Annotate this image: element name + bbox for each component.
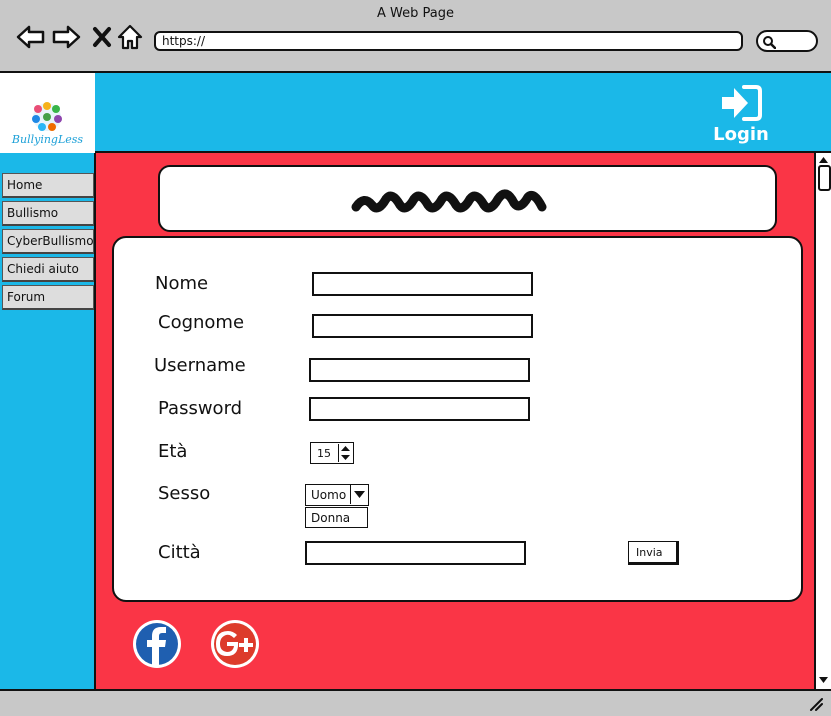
login-link[interactable]: Login	[700, 124, 782, 145]
sidebar-item-chiedi-aiuto[interactable]: Chiedi aiuto	[2, 257, 94, 282]
window-title: A Web Page	[377, 6, 454, 21]
login-icon[interactable]	[718, 83, 764, 123]
scribbled-title	[351, 189, 547, 213]
spinner-icon[interactable]	[338, 444, 352, 462]
label-password: Password	[158, 398, 243, 419]
scroll-down-icon[interactable]	[818, 675, 829, 685]
sidebar-item-home[interactable]: Home	[2, 173, 94, 198]
nome-field[interactable]	[312, 272, 533, 296]
home-icon[interactable]	[115, 22, 145, 52]
status-bar	[0, 689, 831, 716]
title-banner	[158, 165, 777, 232]
search-box[interactable]	[756, 30, 818, 52]
citta-field[interactable]	[305, 541, 526, 565]
username-field[interactable]	[309, 358, 530, 382]
label-citta: Città	[158, 542, 201, 563]
sex-option-donna[interactable]: Donna	[305, 507, 368, 528]
google-plus-icon[interactable]	[210, 619, 262, 669]
label-sesso: Sesso	[158, 483, 211, 504]
back-arrow-icon[interactable]	[16, 22, 46, 52]
label-cognome: Cognome	[158, 312, 245, 333]
label-username: Username	[154, 355, 246, 376]
search-icon	[763, 36, 776, 49]
sidebar-item-cyberbullismo[interactable]: CyberBullismo	[2, 229, 94, 254]
resize-grip-icon[interactable]	[809, 697, 823, 711]
cognome-field[interactable]	[312, 314, 533, 338]
submit-button[interactable]: Invia	[628, 541, 679, 565]
age-stepper[interactable]: 15	[310, 442, 354, 464]
sidebar-item-bullismo[interactable]: Bullismo	[2, 201, 94, 226]
chevron-down-icon[interactable]	[350, 485, 368, 504]
age-value: 15	[317, 447, 331, 460]
forward-arrow-icon[interactable]	[51, 22, 81, 52]
logo-text: BullyingLess	[11, 133, 84, 146]
sidebar-item-forum[interactable]: Forum	[2, 285, 94, 310]
close-icon[interactable]	[88, 22, 118, 52]
password-field[interactable]	[309, 397, 530, 421]
sex-select[interactable]: Uomo	[305, 484, 369, 506]
label-eta: Età	[158, 441, 188, 462]
scroll-up-icon[interactable]	[818, 155, 829, 165]
sidebar: Home Bullismo CyberBullismo Chiedi aiuto…	[0, 153, 96, 689]
logo-icon	[32, 102, 62, 131]
facebook-icon[interactable]	[132, 619, 182, 669]
address-bar[interactable]: https://	[154, 31, 743, 51]
scrollbar[interactable]	[814, 153, 831, 689]
scroll-thumb[interactable]	[818, 165, 831, 191]
sex-selected-value: Uomo	[311, 488, 347, 502]
label-nome: Nome	[155, 273, 209, 294]
